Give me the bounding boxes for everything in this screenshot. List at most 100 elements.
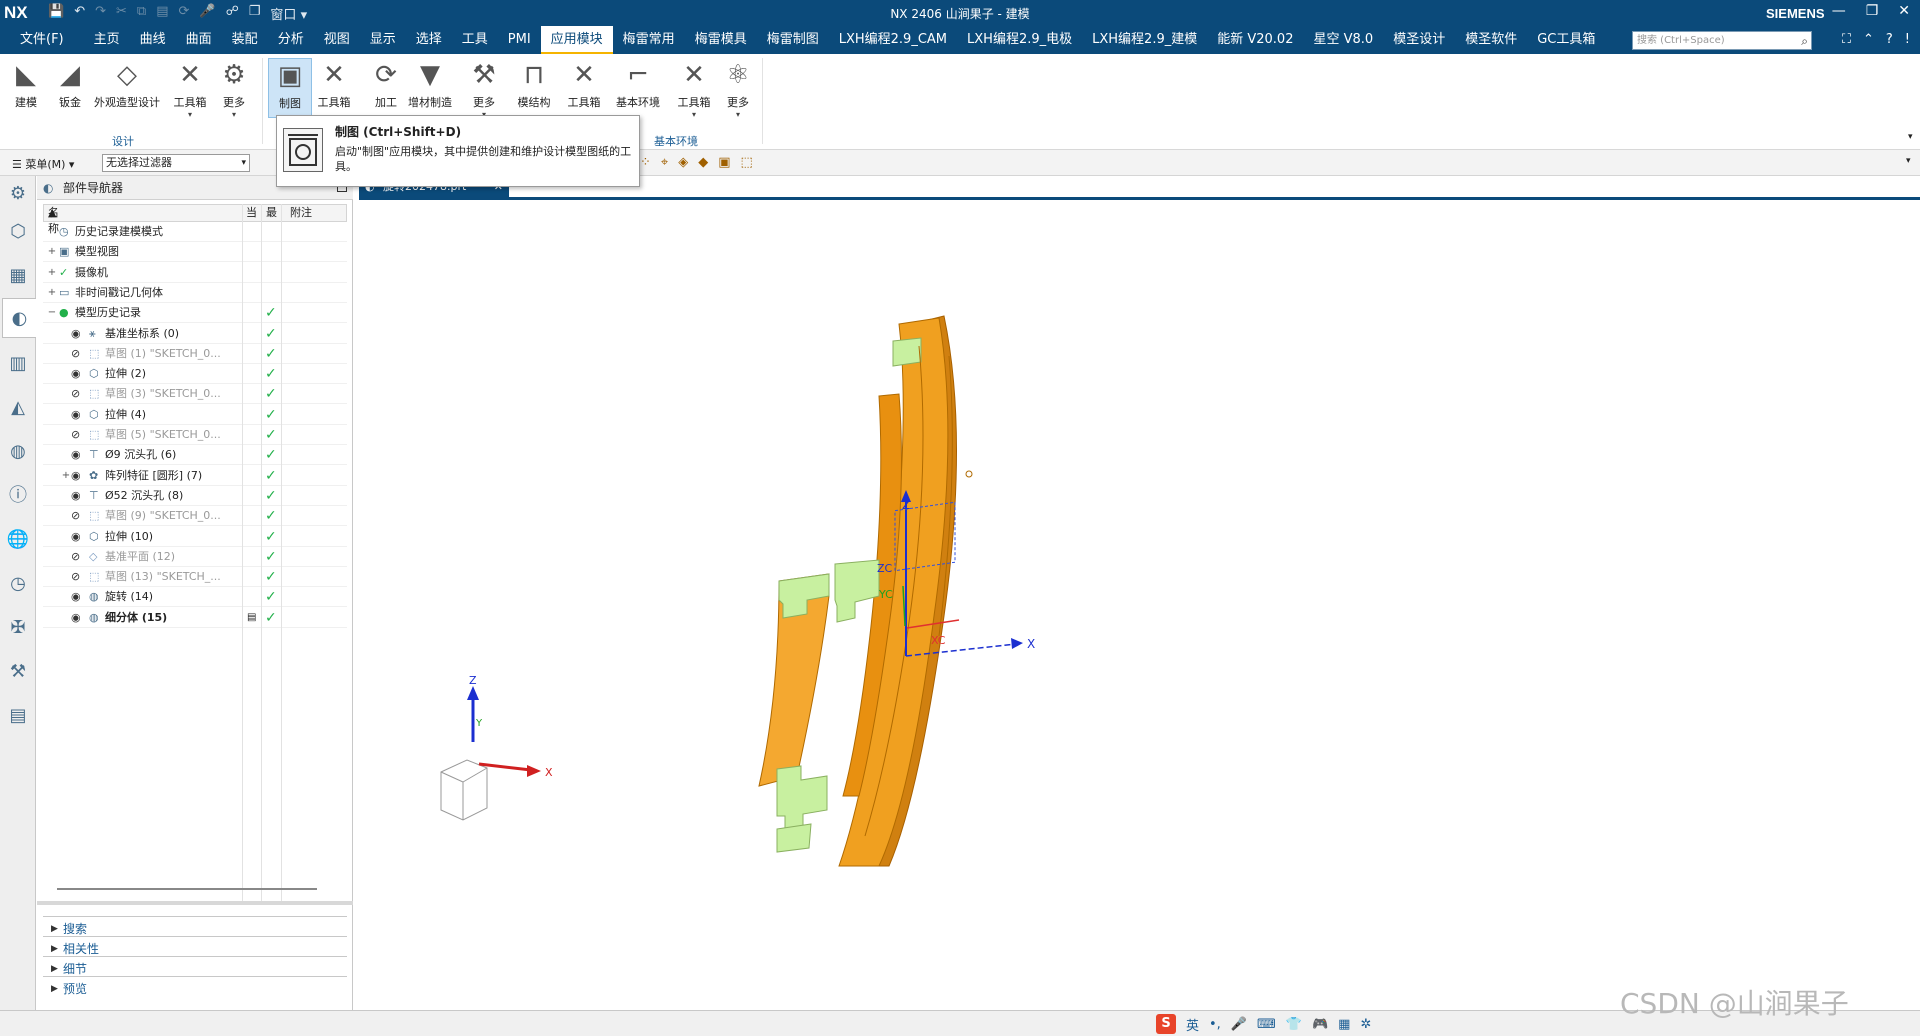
- menu-tab-16[interactable]: LXH编程2.9_建模: [1082, 26, 1207, 54]
- fullscreen-icon[interactable]: ⛶: [1842, 32, 1851, 47]
- column-header-current[interactable]: 当: [246, 205, 257, 221]
- snap-point-icon[interactable]: ⁘: [640, 155, 651, 170]
- ime-punct-icon[interactable]: •,: [1209, 1017, 1221, 1032]
- ribbon-button-10[interactable]: ⊓ 模结构: [512, 58, 556, 110]
- collapse-ribbon-icon[interactable]: ⌃: [1863, 32, 1874, 47]
- ribbon-button-8[interactable]: ▼ 增材制造: [408, 58, 452, 110]
- part-navigator-icon[interactable]: ◐: [2, 298, 36, 338]
- model-viewport[interactable]: Z X ZC YC XC Z X Y: [359, 176, 1920, 1010]
- visible-eye-icon[interactable]: ◉: [71, 364, 81, 384]
- ime-language-toggle[interactable]: 英: [1186, 1015, 1199, 1034]
- ribbon-button-13[interactable]: ✕ 工具箱 ▾: [672, 58, 716, 119]
- ime-settings-icon[interactable]: ✲: [1360, 1017, 1371, 1032]
- tree-row[interactable]: ◉ ◍ 细分体 (15) ✓ ▤: [43, 608, 347, 628]
- tools-icon[interactable]: ✠: [6, 616, 30, 640]
- tree-row[interactable]: + ▣ 模型视图: [43, 242, 347, 263]
- type-filter-select[interactable]: 无选择过滤器 ▾: [102, 154, 250, 172]
- hd3d-tools-icon[interactable]: ◭: [6, 396, 30, 420]
- ime-game-icon[interactable]: 🎮: [1312, 1017, 1328, 1032]
- select-body-icon[interactable]: ⬚: [741, 155, 753, 170]
- tree-row[interactable]: ◉ ⊤ Ø9 沉头孔 (6) ✓: [43, 445, 347, 466]
- tree-row[interactable]: ◉ ⚹ 基准坐标系 (0) ✓: [43, 324, 347, 344]
- tree-row[interactable]: + ◉ ✿ 阵列特征 [圆形] (7) ✓: [43, 466, 347, 486]
- file-menu[interactable]: 文件(F): [0, 26, 84, 54]
- globe-icon[interactable]: 🌐: [6, 528, 30, 552]
- tree-row[interactable]: ◉ ◍ 旋转 (14) ✓: [43, 587, 347, 608]
- ribbon-button-0[interactable]: ◣ 建模: [4, 58, 48, 110]
- ribbon-button-5[interactable]: ▣ 制图: [268, 58, 312, 118]
- visible-eye-icon[interactable]: ◉: [71, 527, 81, 547]
- assembly-navigator-icon[interactable]: ⬡: [6, 220, 30, 244]
- graphics-window[interactable]: Z X ZC YC XC Z X Y: [359, 176, 1920, 1010]
- chevron-down-icon[interactable]: ▾: [212, 110, 256, 119]
- tree-row[interactable]: + ▭ 非时间戳记几何体: [43, 283, 347, 303]
- menu-tab-7[interactable]: 选择: [406, 26, 452, 54]
- view-triad[interactable]: Z X Y: [440, 674, 553, 821]
- menu-tab-11[interactable]: 梅雷常用: [613, 26, 685, 54]
- menu-tab-21[interactable]: GC工具箱: [1527, 26, 1605, 54]
- tree-row[interactable]: ◉ ⬡ 拉伸 (10) ✓: [43, 527, 347, 547]
- tree-row[interactable]: + ✓ 摄像机: [43, 263, 347, 283]
- expand-icon[interactable]: +: [61, 466, 71, 486]
- ime-keyboard-icon[interactable]: ⌨: [1257, 1017, 1276, 1032]
- visible-eye-icon[interactable]: ◉: [71, 324, 81, 344]
- expand-icon[interactable]: +: [47, 263, 57, 283]
- hidden-eye-icon[interactable]: ⊘: [71, 547, 80, 567]
- menu-tab-8[interactable]: 工具: [452, 26, 498, 54]
- tree-row[interactable]: ⊘ ⬚ 草图 (13) "SKETCH_... ✓: [43, 567, 347, 588]
- ribbon-button-6[interactable]: ✕ 工具箱: [312, 58, 356, 110]
- menu-tab-19[interactable]: 模圣设计: [1383, 26, 1455, 54]
- chevron-down-icon[interactable]: ▾: [168, 110, 212, 119]
- hidden-eye-icon[interactable]: ⊘: [71, 506, 80, 526]
- menu-tab-20[interactable]: 模圣软件: [1455, 26, 1527, 54]
- chevron-down-icon[interactable]: ▾: [716, 110, 760, 119]
- settings-icon[interactable]: ⚙: [6, 182, 30, 206]
- alert-icon[interactable]: !: [1905, 32, 1910, 47]
- menu-tab-0[interactable]: 主页: [84, 26, 130, 54]
- select-face-icon[interactable]: ▣: [718, 155, 730, 170]
- sogou-ime-icon[interactable]: S: [1156, 1014, 1176, 1034]
- ribbon-button-7[interactable]: ⟳ 加工: [364, 58, 408, 110]
- visible-eye-icon[interactable]: ◉: [71, 405, 81, 425]
- ribbon-button-12[interactable]: ⌐ 基本环境: [616, 58, 660, 110]
- menu-tab-4[interactable]: 分析: [268, 26, 314, 54]
- ime-skin-icon[interactable]: 👕: [1286, 1017, 1302, 1032]
- tree-row[interactable]: − ● 模型历史记录 ✓: [43, 303, 347, 324]
- column-header-name[interactable]: 名称 ▲: [48, 205, 59, 235]
- menu-button[interactable]: ☰ 菜单(M) ▾: [12, 156, 74, 172]
- help-icon[interactable]: ?: [1886, 32, 1893, 47]
- tree-row[interactable]: ◷ 历史记录建模模式: [43, 222, 347, 242]
- hidden-eye-icon[interactable]: ⊘: [71, 344, 80, 364]
- ribbon-button-11[interactable]: ✕ 工具箱: [562, 58, 606, 110]
- process-studio-icon[interactable]: ⚒: [6, 660, 30, 684]
- restore-icon[interactable]: ❐: [1866, 3, 1879, 19]
- select-feature-icon[interactable]: ◆: [698, 155, 708, 170]
- minimize-icon[interactable]: —: [1832, 3, 1846, 19]
- command-search-input[interactable]: 搜索 (Ctrl+Space) ⌕: [1632, 31, 1812, 50]
- ime-apps-icon[interactable]: ▦: [1338, 1017, 1350, 1032]
- tree-row[interactable]: ◉ ⬡ 拉伸 (4) ✓: [43, 405, 347, 425]
- layout-icon[interactable]: ▤: [6, 704, 30, 728]
- visible-eye-icon[interactable]: ◉: [71, 486, 81, 506]
- collapse-icon[interactable]: −: [47, 303, 57, 323]
- hidden-eye-icon[interactable]: ⊘: [71, 425, 80, 445]
- hidden-eye-icon[interactable]: ⊘: [71, 384, 80, 404]
- visible-eye-icon[interactable]: ◉: [71, 466, 81, 486]
- select-cursor-icon[interactable]: ⌖: [661, 155, 668, 170]
- ime-voice-icon[interactable]: 🎤: [1231, 1017, 1247, 1032]
- hidden-eye-icon[interactable]: ⊘: [71, 567, 80, 587]
- ribbon-button-3[interactable]: ✕ 工具箱 ▾: [168, 58, 212, 119]
- ribbon-button-9[interactable]: ⚒更多▾: [462, 58, 506, 119]
- menu-tab-2[interactable]: 曲面: [176, 26, 222, 54]
- menu-tab-5[interactable]: 视图: [314, 26, 360, 54]
- ribbon-button-14[interactable]: ⚛ 更多 ▾: [716, 58, 760, 119]
- expand-icon[interactable]: +: [47, 283, 57, 303]
- tree-row[interactable]: ⊘ ◇ 基准平面 (12) ✓: [43, 547, 347, 567]
- constraint-navigator-icon[interactable]: ▦: [6, 264, 30, 288]
- info-icon[interactable]: ⓘ: [6, 484, 30, 508]
- tree-row[interactable]: ◉ ⊤ Ø52 沉头孔 (8) ✓: [43, 486, 347, 506]
- menu-tab-17[interactable]: 能新 V20.02: [1207, 26, 1303, 54]
- menu-tab-18[interactable]: 星空 V8.0: [1303, 26, 1383, 54]
- menu-tab-3[interactable]: 装配: [222, 26, 268, 54]
- revolved-part-model[interactable]: [758, 315, 973, 867]
